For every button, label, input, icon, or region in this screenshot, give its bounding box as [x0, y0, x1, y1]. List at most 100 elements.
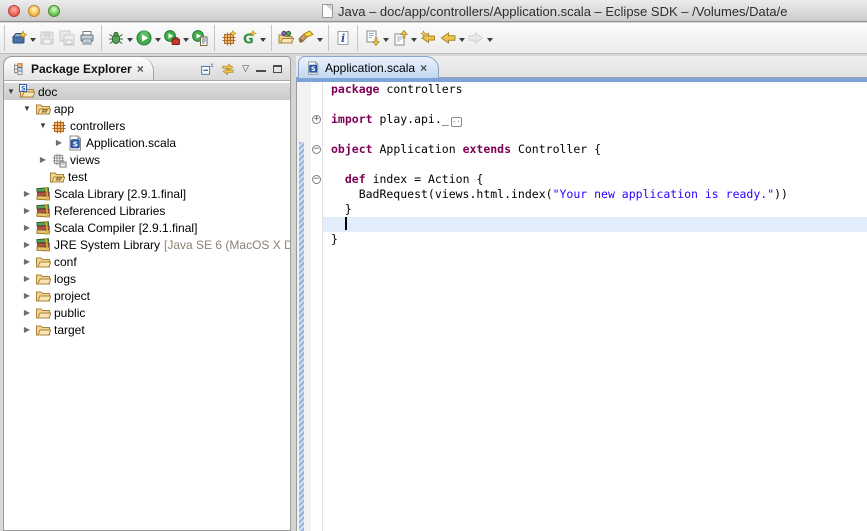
folder-icon — [35, 288, 51, 304]
chevron-collapsed-icon[interactable]: ▶ — [20, 240, 34, 249]
new-plugin-project-button[interactable] — [219, 26, 239, 50]
new-wizard-dropdown[interactable] — [30, 38, 36, 45]
fold-collapse-icon[interactable]: − — [312, 175, 321, 184]
tree-item-test[interactable]: test — [4, 168, 290, 185]
titlebar[interactable]: Java – doc/app/controllers/Application.s… — [0, 0, 867, 22]
tree-item-target[interactable]: ▶ target — [4, 321, 290, 338]
chevron-expanded-icon[interactable]: ▼ — [4, 87, 18, 96]
chevron-collapsed-icon[interactable]: ▶ — [20, 291, 34, 300]
vertical-ruler[interactable] — [297, 82, 311, 531]
toolbar-group-info — [328, 25, 357, 51]
run-dropdown[interactable] — [155, 38, 161, 45]
save-all-button[interactable] — [57, 26, 77, 50]
toolbar-group-file — [4, 25, 101, 51]
tree-item-application-scala[interactable]: ▶ Application.scala — [4, 134, 290, 151]
package-explorer-tab[interactable]: Package Explorer × — [4, 57, 154, 80]
chevron-collapsed-icon[interactable]: ▶ — [20, 189, 34, 198]
debug-button[interactable] — [106, 26, 126, 50]
coverage-button[interactable] — [190, 26, 210, 50]
close-tab-icon[interactable]: × — [420, 62, 427, 74]
back-dropdown[interactable] — [459, 38, 465, 45]
folder-icon — [35, 271, 51, 287]
chevron-expanded-icon[interactable]: ▼ — [20, 104, 34, 113]
chevron-collapsed-icon[interactable]: ▶ — [36, 155, 50, 164]
chevron-collapsed-icon[interactable]: ▶ — [20, 325, 34, 334]
code-line: def index = Action { — [323, 172, 867, 187]
folding-column[interactable]: + − − — [311, 82, 323, 531]
package-explorer-actions: ▽ — [200, 62, 290, 76]
code-line: import play.api._·· — [323, 112, 867, 127]
back-button[interactable] — [438, 26, 458, 50]
document-proxy-icon[interactable] — [322, 4, 333, 18]
package-explorer-icon — [12, 62, 26, 76]
chevron-collapsed-icon[interactable]: ▶ — [20, 308, 34, 317]
chevron-collapsed-icon[interactable]: ▶ — [20, 257, 34, 266]
chevron-collapsed-icon[interactable]: ▶ — [20, 223, 34, 232]
search-button[interactable] — [296, 26, 316, 50]
editor-tab-application-scala[interactable]: Application.scala × — [298, 56, 439, 78]
tree-item-conf[interactable]: ▶ conf — [4, 253, 290, 270]
range-indicator — [299, 142, 304, 531]
fold-expand-icon[interactable]: + — [312, 115, 321, 124]
new-wizard-button[interactable] — [9, 26, 29, 50]
next-annotation-dropdown[interactable] — [383, 38, 389, 45]
scala-project-icon — [19, 84, 35, 100]
last-edit-location-button[interactable] — [418, 26, 438, 50]
toolbar-group-open — [271, 25, 328, 51]
code-line — [323, 97, 867, 112]
search-dropdown[interactable] — [317, 38, 323, 45]
close-view-icon[interactable]: × — [137, 63, 144, 75]
view-menu-icon[interactable]: ▽ — [242, 64, 249, 73]
tree-item-public[interactable]: ▶ public — [4, 304, 290, 321]
tree-item-app[interactable]: ▼ app — [4, 100, 290, 117]
external-tools-dropdown[interactable] — [183, 38, 189, 45]
folder-icon — [35, 322, 51, 338]
previous-annotation-dropdown[interactable] — [411, 38, 417, 45]
tree-item-referenced-libraries[interactable]: ▶ Referenced Libraries — [4, 202, 290, 219]
run-button[interactable] — [134, 26, 154, 50]
minimize-window-button[interactable] — [28, 5, 40, 17]
chevron-collapsed-icon[interactable]: ▶ — [20, 274, 34, 283]
external-tools-button[interactable] — [162, 26, 182, 50]
collapsed-fold-box[interactable]: ·· — [451, 117, 462, 127]
google-new-button[interactable] — [239, 26, 259, 50]
forward-dropdown[interactable] — [487, 38, 493, 45]
tree-item-project[interactable]: ▶ project — [4, 287, 290, 304]
editor-body[interactable]: + − − package controllers import play.ap… — [296, 82, 867, 531]
chevron-collapsed-icon[interactable]: ▶ — [20, 206, 34, 215]
zoom-window-button[interactable] — [48, 5, 60, 17]
tree-item-controllers[interactable]: ▼ controllers — [4, 117, 290, 134]
print-button[interactable] — [77, 26, 97, 50]
chevron-collapsed-icon[interactable]: ▶ — [52, 138, 66, 147]
next-annotation-button[interactable] — [362, 26, 382, 50]
tree-item-doc[interactable]: ▼ doc — [4, 83, 290, 100]
fold-collapse-icon[interactable]: − — [312, 145, 321, 154]
tree-item-logs[interactable]: ▶ logs — [4, 270, 290, 287]
forward-button[interactable] — [466, 26, 486, 50]
tree-item-scala-library[interactable]: ▶ Scala Library [2.9.1.final] — [4, 185, 290, 202]
package-folder-icon — [49, 169, 65, 185]
editor-tab-label: Application.scala — [325, 61, 415, 75]
package-icon — [51, 118, 67, 134]
previous-annotation-button[interactable] — [390, 26, 410, 50]
link-with-editor-icon[interactable] — [221, 62, 235, 76]
code-line: } — [323, 202, 867, 217]
google-new-dropdown[interactable] — [260, 38, 266, 45]
close-window-button[interactable] — [8, 5, 20, 17]
maximize-view-icon[interactable] — [273, 65, 282, 73]
open-plugin-artifact-button[interactable] — [276, 26, 296, 50]
info-button[interactable] — [333, 26, 353, 50]
chevron-expanded-icon[interactable]: ▼ — [36, 121, 50, 130]
collapse-all-icon[interactable] — [200, 62, 214, 76]
tree-item-jre-system-library[interactable]: ▶ JRE System Library [Java SE 6 (MacOS X… — [4, 236, 290, 253]
save-button[interactable] — [37, 26, 57, 50]
code-line: BadRequest(views.html.index("Your new ap… — [323, 187, 867, 202]
tree-item-views[interactable]: ▶ views — [4, 151, 290, 168]
scala-file-icon — [306, 61, 320, 75]
tree-item-scala-compiler[interactable]: ▶ Scala Compiler [2.9.1.final] — [4, 219, 290, 236]
debug-dropdown[interactable] — [127, 38, 133, 45]
traffic-lights — [8, 5, 60, 17]
package-explorer-view: Package Explorer × ▽ ▼ doc ▼ app — [3, 56, 291, 531]
code-area[interactable]: package controllers import play.api._·· … — [323, 82, 867, 531]
minimize-view-icon[interactable] — [256, 70, 266, 72]
